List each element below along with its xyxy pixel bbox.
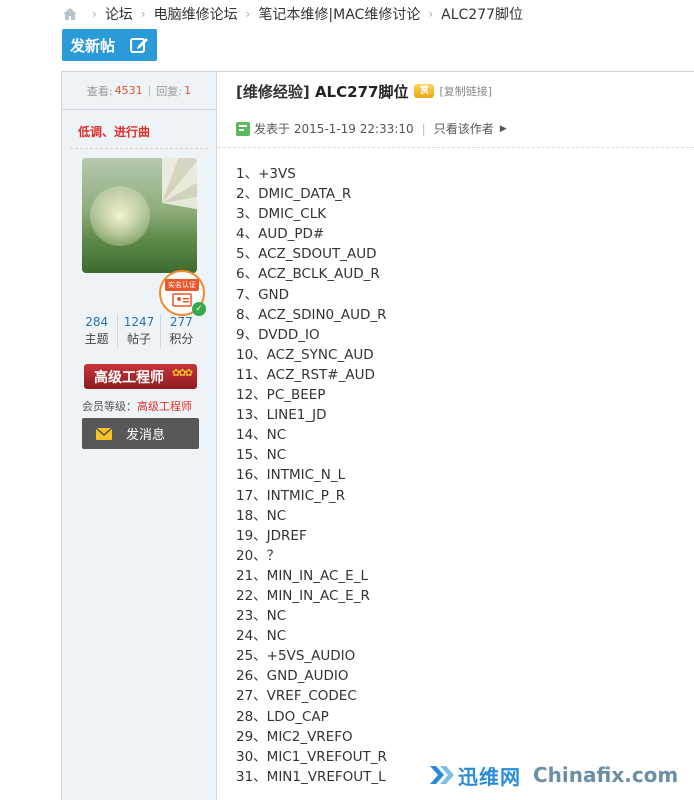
pin-item: 11、ACZ_RST#_AUD [236, 366, 375, 383]
online-status-icon [236, 121, 250, 136]
pin-item: 17、INTMIC_P_R [236, 487, 346, 504]
pin-list: 1、+3VS 2、DMIC_DATA_R 3、DMIC_CLK 4、AUD_PD# 5、… [236, 164, 387, 787]
count-label: 积分 [169, 332, 194, 346]
pin-item: 10、ACZ_SYNC_AUD [236, 346, 374, 363]
pin-item: 20、？ [236, 547, 281, 564]
send-message-button[interactable]: 发消息 [82, 418, 199, 449]
breadcrumb-item-forum[interactable]: 论坛 [105, 4, 133, 24]
breadcrumb-item-current: ALC277脚位 [441, 7, 524, 23]
home-icon[interactable] [62, 6, 78, 22]
new-post-label: 发新帖 [70, 36, 116, 55]
pin-item: 6、ACZ_BCLK_AUD_R [236, 266, 380, 283]
pin-item: 28、LDO_CAP [236, 708, 329, 725]
views-count: 4531 [114, 84, 143, 97]
pin-item: 16、INTMIC_N_L [236, 467, 346, 484]
pin-item: 30、MIC1_VREFOUT_R [236, 748, 387, 765]
count-posts[interactable]: 1247 帖子 [117, 314, 159, 348]
rank-label: 高级工程师 [94, 369, 164, 386]
verified-label: 实名认证 [165, 279, 199, 291]
post-date: 发表于 2015-1-19 22:33:10 [254, 122, 414, 136]
views-label: 查看: [86, 84, 113, 98]
pin-item: 27、VREF_CODEC [236, 688, 357, 705]
breadcrumb-separator: › [140, 7, 146, 21]
replies-count: 1 [184, 84, 192, 97]
breadcrumb: › 论坛 › 电脑维修论坛 › 笔记本维修|MAC维修讨论 › ALC277脚位 [0, 0, 694, 28]
post-meta: 发表于 2015-1-19 22:33:10 | 只看该作者 ▶ [218, 110, 694, 148]
watermark: 迅维网 Chinafix.com [416, 755, 694, 795]
post-category[interactable]: [维修经验] [236, 83, 310, 101]
pin-item: 14、NC [236, 427, 287, 444]
chinafix-logo-icon [430, 766, 454, 784]
post-title-text: ALC277脚位 [314, 82, 409, 101]
pin-item: 3、DMIC_CLK [236, 206, 327, 223]
pin-item: 23、NC [236, 608, 287, 625]
pin-item: 4、AUD_PD# [236, 226, 325, 243]
pin-item: 8、ACZ_SDIN0_AUD_R [236, 306, 387, 323]
meta-divider: | [421, 121, 426, 136]
pin-item: 29、MIC2_VREFO [236, 728, 353, 745]
breadcrumb-separator: › [428, 7, 434, 21]
count-points[interactable]: 277 积分 [159, 314, 202, 348]
member-level: 会员等级：高级工程师 [82, 398, 192, 414]
replies-label: 回复: [156, 84, 183, 98]
pin-item: 26、GND_AUDIO [236, 668, 349, 685]
reward-icon: 赏 [414, 84, 435, 98]
pin-item: 31、MIN1_VREFOUT_L [236, 768, 386, 785]
count-value: 284 [85, 315, 109, 329]
pin-item: 25、+5VS_AUDIO [236, 648, 356, 665]
breadcrumb-item-laptop-repair[interactable]: 笔记本维修|MAC维修讨论 [258, 4, 420, 24]
post-content: [维修经验] ALC277脚位 赏 [复制链接] 发表于 2015-1-19 2… [218, 72, 694, 800]
author-sidebar: 查看: 4531 | 回复: 1 低调、进行曲 实名认证 ✓ 284 主题 12… [62, 72, 217, 800]
count-value: 1247 [123, 315, 155, 329]
pin-item: 18、NC [236, 507, 287, 524]
pin-item: 24、NC [236, 628, 287, 645]
breadcrumb-separator: › [245, 7, 251, 21]
watermark-cn: 迅维网 [458, 764, 521, 789]
thread-frame: 查看: 4531 | 回复: 1 低调、进行曲 实名认证 ✓ 284 主题 12… [61, 71, 694, 800]
pin-item: 1、+3VS [236, 166, 296, 182]
watermark-en: Chinafix.com [533, 763, 679, 787]
pin-item: 2、DMIC_DATA_R [236, 186, 352, 203]
edit-icon [129, 35, 149, 59]
pin-item: 12、PC_BEEP [236, 387, 326, 404]
author-counts: 284 主题 1247 帖子 277 积分 [76, 314, 202, 348]
pin-item: 5、ACZ_SDOUT_AUD [236, 246, 377, 263]
avatar[interactable] [82, 158, 197, 273]
post-title-row: [维修经验] ALC277脚位 赏 [复制链接] [218, 72, 694, 110]
pin-item: 13、LINE1_JD [236, 407, 327, 424]
id-card-icon [172, 293, 192, 307]
pin-item: 9、DVDD_IO [236, 326, 320, 343]
count-threads[interactable]: 284 主题 [76, 314, 117, 348]
member-level-value[interactable]: 高级工程师 [137, 400, 192, 413]
play-arrow-icon: ▶ [499, 123, 507, 134]
pin-item: 7、GND [236, 286, 290, 303]
author-name[interactable]: 低调、进行曲 [62, 110, 216, 148]
divider [70, 148, 208, 149]
pin-item: 15、NC [236, 447, 287, 464]
breadcrumb-separator: › [92, 7, 97, 21]
rank-badge: 高级工程师 ✿✿✿ [84, 364, 197, 389]
thread-stats: 查看: 4531 | 回复: 1 [62, 72, 216, 110]
author-only-link[interactable]: 只看该作者 [434, 120, 494, 137]
count-label: 主题 [84, 332, 109, 346]
member-level-label: 会员等级： [82, 400, 137, 413]
stats-divider: | [147, 84, 152, 97]
post-title: [维修经验] ALC277脚位 [236, 81, 408, 102]
rank-stars-icon: ✿✿✿ [171, 368, 193, 379]
mail-icon [96, 427, 112, 440]
copy-link[interactable]: [复制链接] [439, 83, 492, 99]
count-label: 帖子 [126, 332, 151, 346]
pin-item: 19、JDREF [236, 527, 307, 544]
pin-item: 21、MIN_IN_AC_E_L [236, 567, 368, 584]
breadcrumb-item-pc-repair[interactable]: 电脑维修论坛 [154, 4, 238, 24]
send-message-label: 发消息 [126, 428, 166, 443]
pin-item: 22、MIN_IN_AC_E_R [236, 587, 370, 604]
verified-badge: 实名认证 ✓ [159, 270, 206, 316]
count-value: 277 [169, 315, 193, 329]
new-post-button[interactable]: 发新帖 [62, 29, 157, 61]
